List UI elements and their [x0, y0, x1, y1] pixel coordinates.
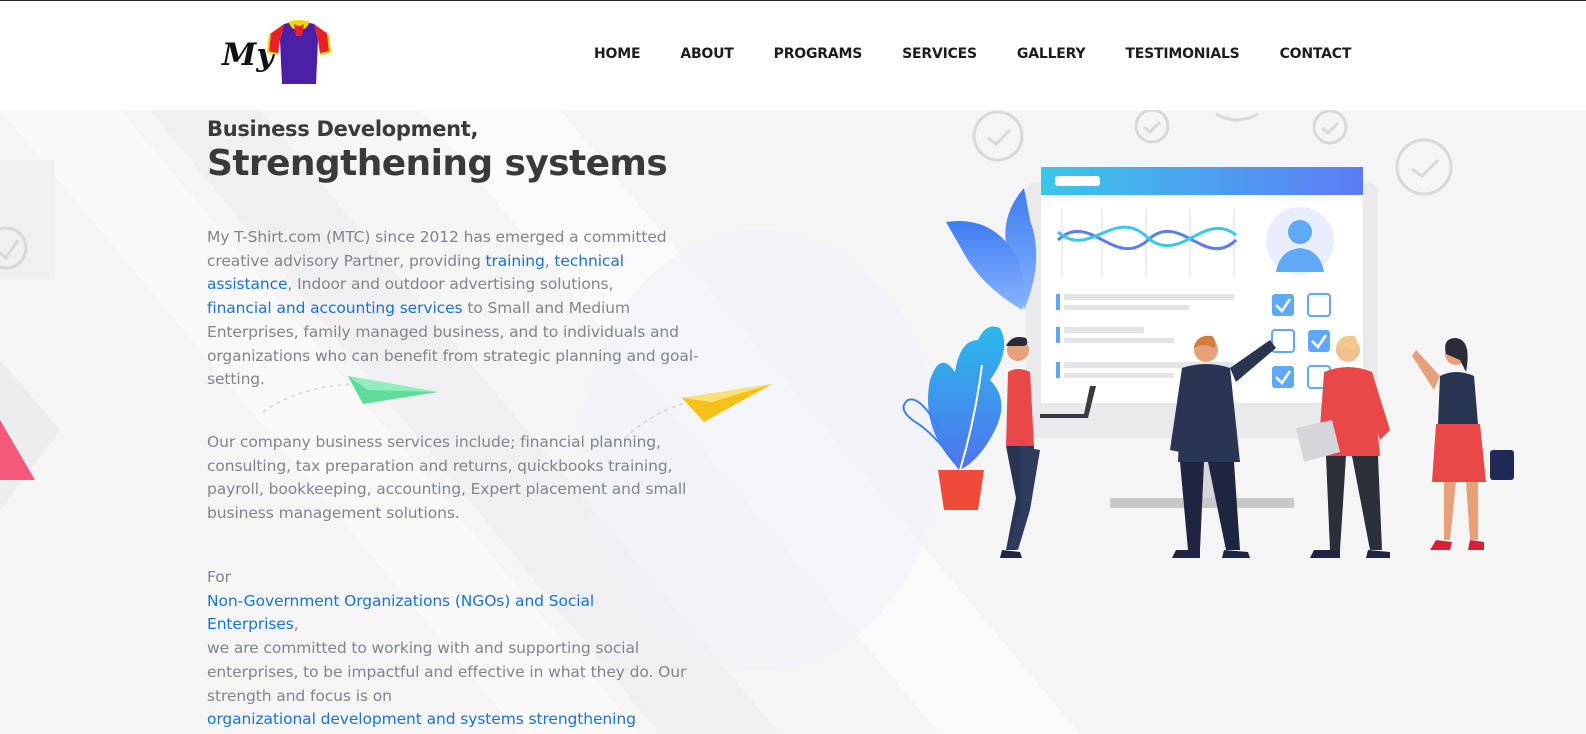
nav-about[interactable]: ABOUT — [680, 46, 734, 62]
financial-services-link[interactable]: financial and accounting services — [207, 299, 463, 317]
nav-contact[interactable]: CONTACT — [1280, 46, 1352, 62]
nav-testimonials[interactable]: TESTIMONIALS — [1125, 46, 1239, 62]
team-dashboard-illustration — [902, 110, 1514, 558]
hero-heading: Business Development, Strengthening syst… — [207, 116, 697, 186]
nav-gallery[interactable]: GALLERY — [1017, 46, 1086, 62]
hero-title: Strengthening systems — [207, 143, 668, 184]
intro-sep: , — [544, 251, 555, 270]
intro-paragraph: My T-Shirt.com (MTC) since 2012 has emer… — [207, 226, 699, 392]
main-nav: HOME ABOUT PROGRAMS SERVICES GALLERY TES… — [594, 46, 1351, 62]
ngo-comma: , — [293, 615, 299, 634]
org-development-link[interactable]: organizational development and systems s… — [207, 710, 636, 728]
training-link[interactable]: training — [486, 252, 545, 270]
intro-text-2: , Indoor and outdoor advertising solutio… — [287, 275, 614, 294]
ngo-text-2: we are committed to working with and sup… — [207, 639, 687, 705]
ngo-paragraph: For Non-Government Organizations (NGOs) a… — [207, 566, 687, 732]
nav-programs[interactable]: PROGRAMS — [774, 46, 863, 62]
nav-services[interactable]: SERVICES — [902, 46, 977, 62]
site-header: My HOME ABOUT PROGRAMS SERVICES GALLERY … — [0, 1, 1586, 110]
ngo-link[interactable]: Non-Government Organizations (NGOs) and … — [207, 592, 594, 634]
shirt-logo-icon — [266, 20, 332, 84]
ngo-text-1: For — [207, 568, 231, 586]
hero-eyebrow: Business Development, — [207, 117, 479, 141]
services-paragraph: Our company business services include; f… — [207, 433, 687, 523]
nav-home[interactable]: HOME — [594, 46, 641, 62]
site-logo[interactable]: My — [222, 18, 334, 90]
